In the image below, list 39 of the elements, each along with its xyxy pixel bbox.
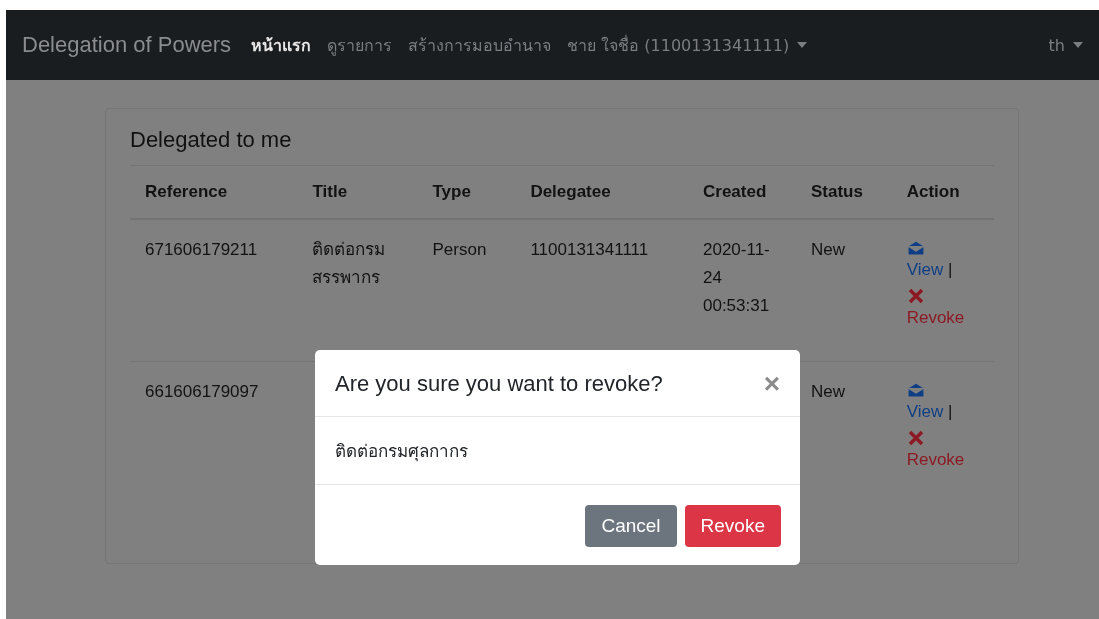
table-cell: Person (432, 240, 487, 259)
revoke-link[interactable]: Revoke (906, 445, 979, 474)
revoke-link[interactable]: Revoke (906, 304, 979, 332)
envelope-icon (906, 240, 925, 256)
table-cell: ติดต่อกรม สรรพากร (312, 240, 386, 287)
envelope-icon (906, 381, 925, 398)
separator: | (947, 260, 953, 279)
column-header: Action (891, 165, 994, 219)
close-button[interactable]: × (763, 370, 780, 398)
caret-icon (1073, 42, 1083, 48)
close-icon (906, 429, 925, 446)
separator: | (947, 401, 953, 421)
column-header: Title (297, 165, 418, 219)
view-link[interactable]: View (906, 401, 944, 421)
revoke-button[interactable]: Revoke (684, 505, 781, 547)
column-header: Reference (130, 165, 298, 219)
caret-icon (797, 42, 808, 48)
table-cell: 2020-11- 24 00:53:31 (703, 240, 770, 315)
table-cell: 1100131341111 (530, 240, 649, 259)
modal-message: ติดต่อกรมศุลกากร (335, 442, 468, 461)
view-link[interactable]: View (906, 260, 944, 279)
user-menu[interactable]: ชาย ใจชื่อ (1100131341111) (567, 32, 808, 58)
modal-title: Are you sure you want to revoke? (335, 371, 663, 397)
close-icon (906, 288, 925, 304)
table-cell: New (811, 240, 845, 259)
column-header: Status (796, 165, 892, 219)
brand[interactable]: Delegation of Powers (22, 32, 232, 58)
nav-link[interactable]: ดูรายการ (327, 32, 393, 58)
table-cell: 661606179097 (145, 381, 259, 401)
column-header: Delegatee (515, 165, 688, 219)
column-header: Created (688, 165, 796, 219)
cancel-button[interactable]: Cancel (585, 505, 677, 547)
table-cell: 671606179211 (145, 240, 258, 259)
column-header: Type (417, 165, 516, 219)
table-cell: New (811, 381, 845, 401)
language-menu[interactable]: th (1048, 35, 1083, 55)
nav-link[interactable]: สร้างการมอบอำนาจ (408, 32, 552, 58)
nav-link[interactable]: หน้าแรก (251, 32, 312, 58)
card-title: Delegated to me (130, 127, 293, 153)
